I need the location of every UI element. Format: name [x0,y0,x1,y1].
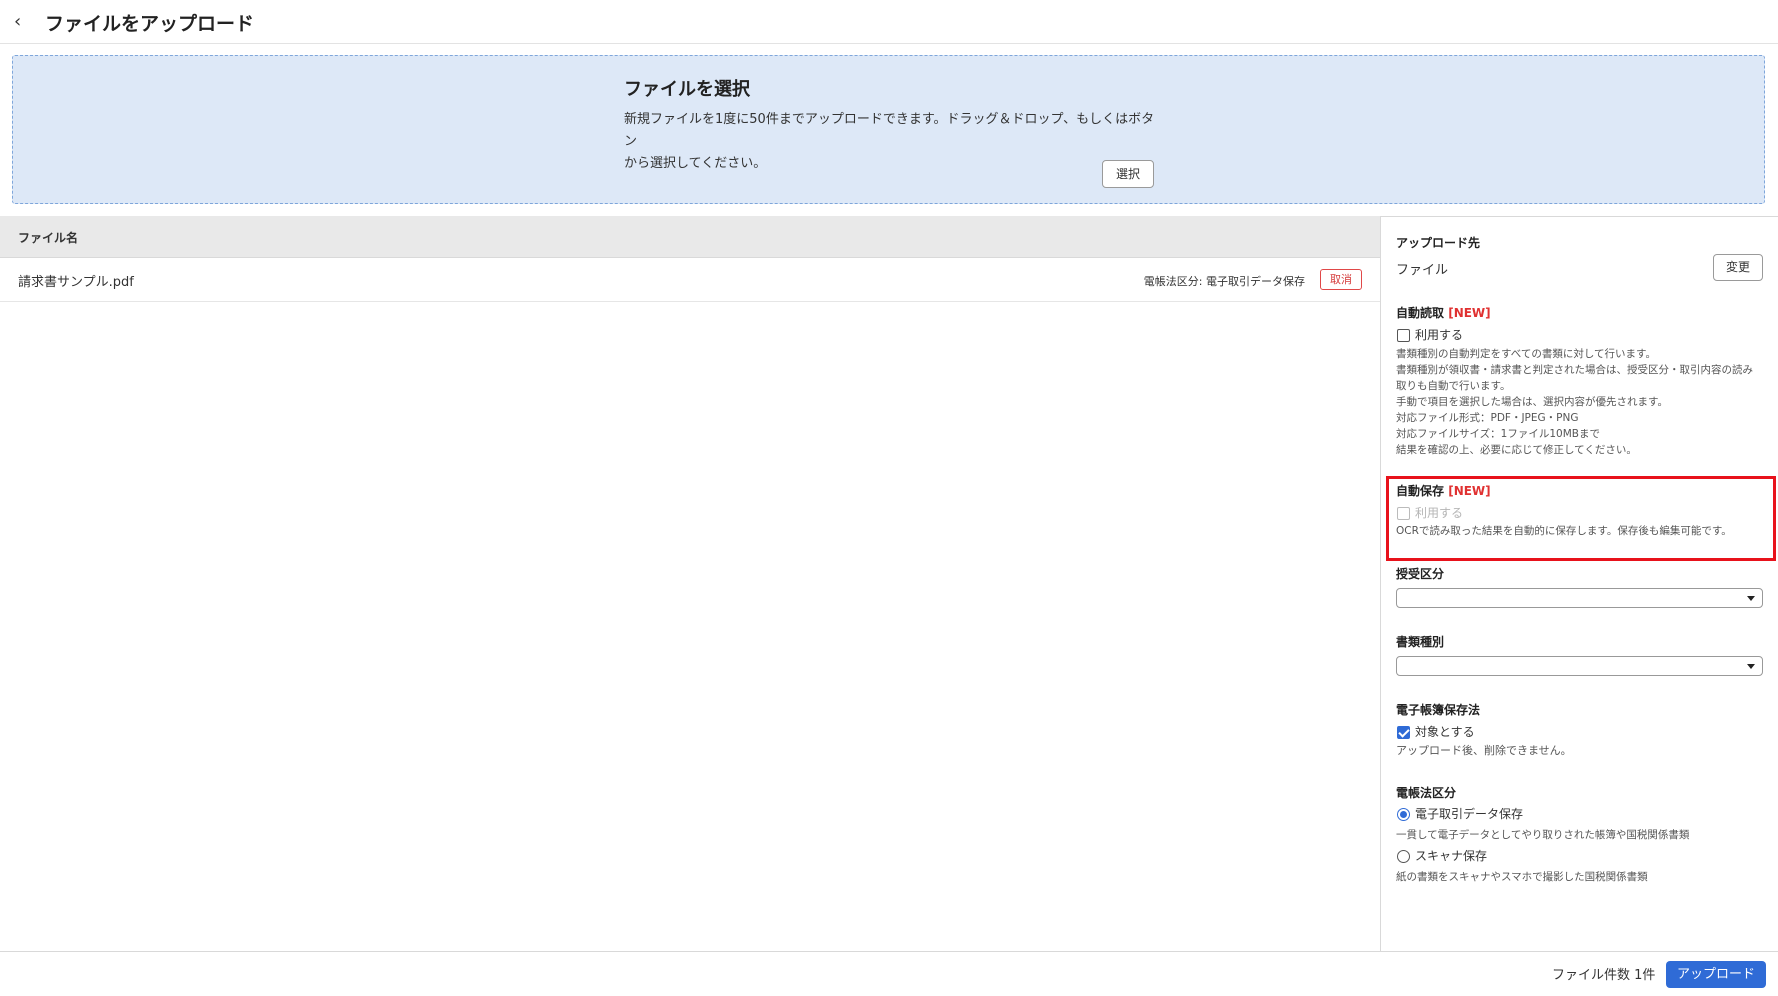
file-name: 請求書サンプル.pdf [18,275,134,290]
page-header: ‹ ファイルをアップロード [0,0,1778,44]
file-list-pane: ファイル名 請求書サンプル.pdf 電帳法区分: 電子取引データ保存 取消 [0,216,1380,951]
auto-read-note: 書類種別の自動判定をすべての書類に対して行います。 [1396,348,1656,360]
radio-electronic[interactable] [1397,808,1410,821]
radio-scanner[interactable] [1397,850,1410,863]
auto-read-note: 結果を確認の上、必要に応じて修正してください。 [1396,444,1637,456]
auto-read-note: 対応ファイルサイズ：1ファイル10MBまで [1396,428,1600,440]
upload-settings-panel: アップロード先 ファイル 変更 自動読取 [NEW] 利用する 書類種別の自動判… [1381,216,1778,951]
auto-read-note: 手動で項目を選択した場合は、選択内容が優先されます。 [1396,396,1668,408]
upload-dest-value: ファイル [1396,263,1449,278]
ebook-law-checkbox-label[interactable]: 対象とする [1415,723,1475,740]
file-ebook-class-tag: 電帳法区分: 電子取引データ保存 [1143,275,1305,288]
auto-read-note: 書類種別が領収書・請求書と判定された場合は、授受区分・取引内容の読み [1396,364,1753,376]
file-count: ファイル件数 1件 [1552,968,1656,983]
auto-read-label-text: 自動読取 [1396,306,1445,320]
upload-dest-label: アップロード先 [1396,236,1481,250]
dropdown-caret-icon [1747,664,1755,669]
auto-read-note: 対応ファイル形式：PDF・JPEG・PNG [1396,412,1579,424]
ebook-class-label: 電帳法区分 [1396,786,1457,800]
dropzone-description: 新規ファイルを1度に50件までアップロードできます。ドラッグ＆ドロップ、もしくは… [624,109,1164,175]
select-file-button[interactable]: 選択 [1102,160,1154,188]
auto-read-note: 取りも自動で行います。 [1396,380,1511,392]
file-row: 請求書サンプル.pdf 電帳法区分: 電子取引データ保存 取消 [0,258,1380,302]
auto-read-notes: 書類種別の自動判定をすべての書類に対して行います。 書類種別が領収書・請求書と判… [1396,346,1766,458]
file-dropzone[interactable]: ファイルを選択 新規ファイルを1度に50件までアップロードできます。ドラッグ＆ド… [12,55,1765,204]
dropzone-title: ファイルを選択 [624,79,750,100]
file-name-column-header: ファイル名 [18,231,79,245]
back-chevron-icon[interactable]: ‹ [14,10,34,34]
auto-read-checkbox[interactable] [1397,329,1410,342]
new-badge: [NEW] [1448,306,1491,320]
ebook-law-label: 電子帳簿保存法 [1396,703,1481,717]
auto-read-label: 自動読取 [NEW] [1396,304,1491,321]
dropzone-description-line2: から選択してください。 [624,156,767,171]
transfer-type-select[interactable] [1396,588,1763,608]
cancel-file-button[interactable]: 取消 [1320,269,1362,290]
doc-type-select[interactable] [1396,656,1763,676]
ebook-law-checkbox[interactable] [1397,726,1410,739]
dropdown-caret-icon [1747,596,1755,601]
file-table-header: ファイル名 [0,216,1380,258]
doc-type-label: 書類種別 [1396,635,1445,649]
auto-save-highlight-box [1386,476,1776,561]
radio-electronic-label[interactable]: 電子取引データ保存 [1415,805,1523,822]
ebook-law-note: アップロード後、削除できません。 [1396,744,1572,757]
footer-bar: ファイル件数 1件 アップロード [0,951,1778,996]
change-dest-button[interactable]: 変更 [1713,254,1763,281]
radio-scanner-note: 紙の書類をスキャナやスマホで撮影した国税関係書類 [1396,871,1648,883]
upload-button[interactable]: アップロード [1666,961,1766,988]
radio-scanner-label[interactable]: スキャナ保存 [1415,847,1487,864]
radio-electronic-note: 一貫して電子データとしてやり取りされた帳簿や国税関係書類 [1396,829,1690,841]
page-title: ファイルをアップロード [45,13,255,35]
auto-read-checkbox-label[interactable]: 利用する [1415,326,1463,343]
transfer-type-label: 授受区分 [1396,567,1445,581]
dropzone-description-line1: 新規ファイルを1度に50件までアップロードできます。ドラッグ＆ドロップ、もしくは… [624,112,1155,149]
